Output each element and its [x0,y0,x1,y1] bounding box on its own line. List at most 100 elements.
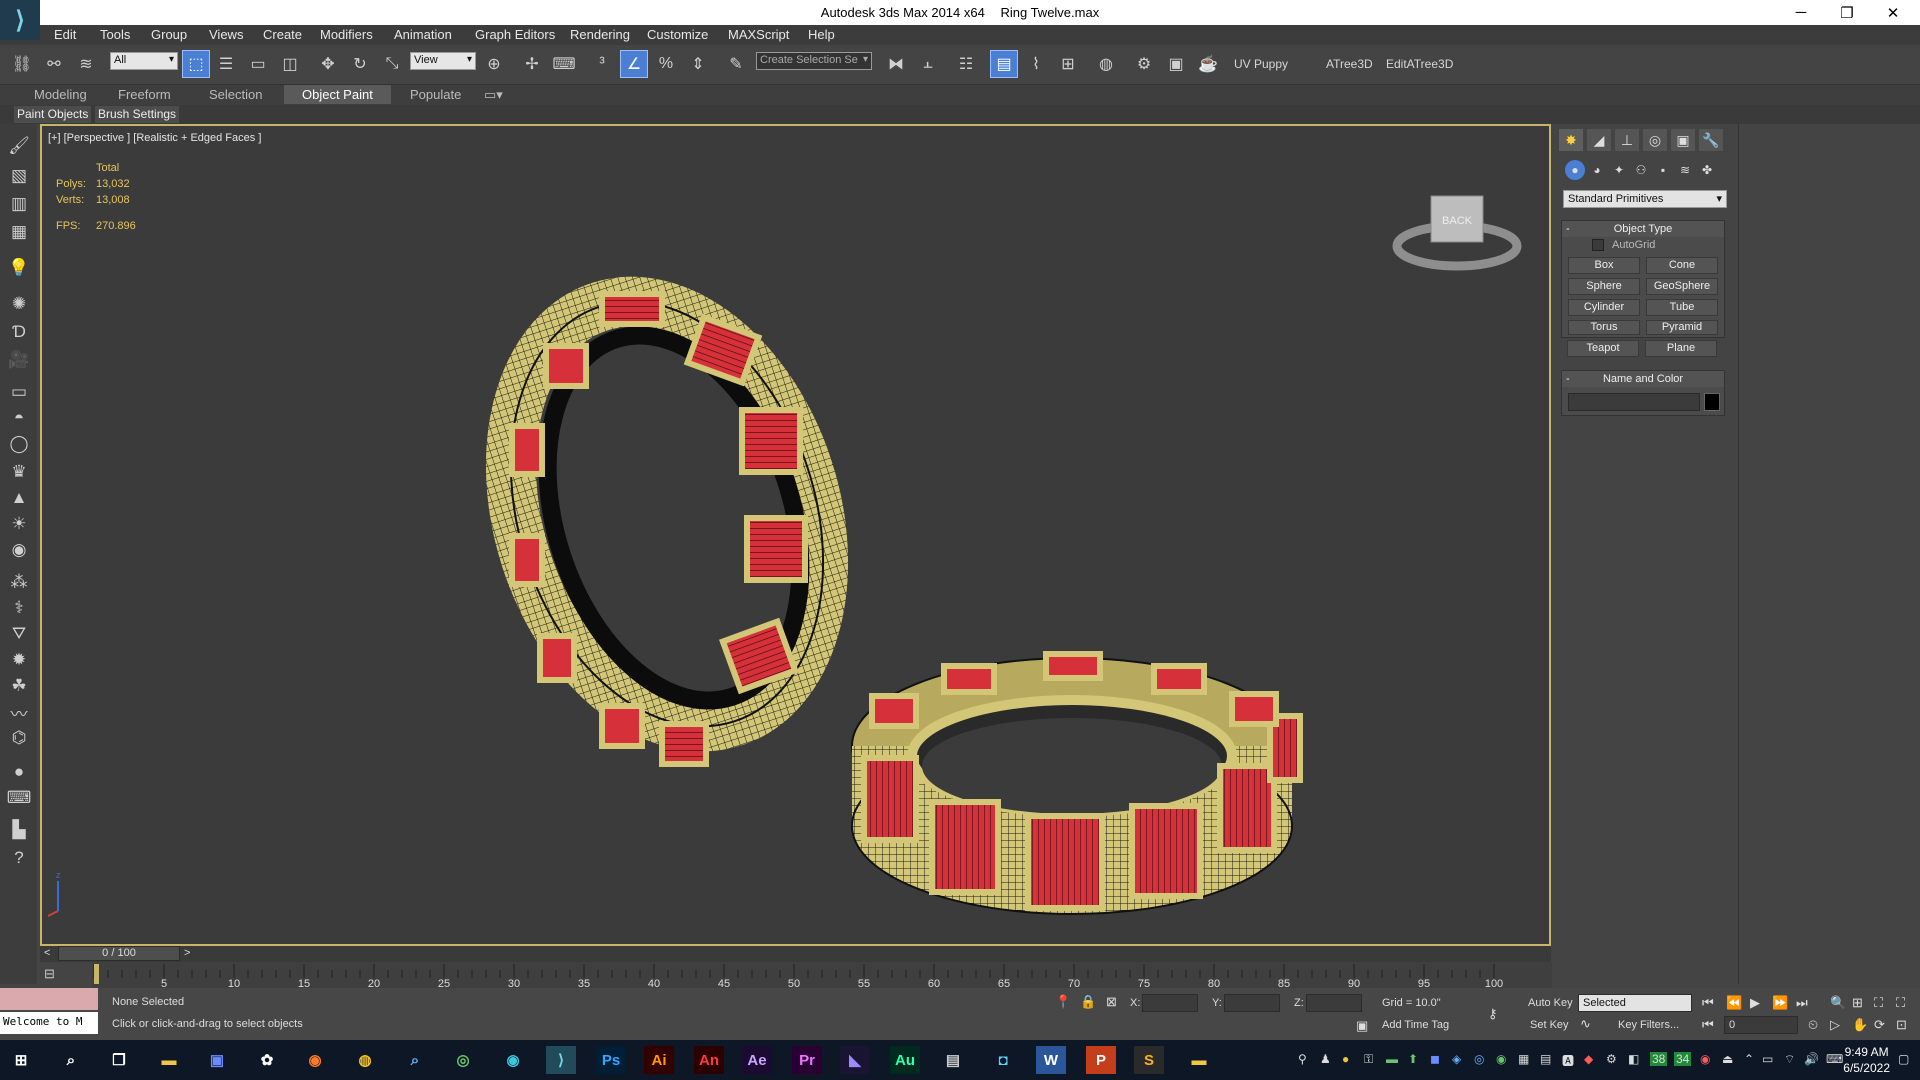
isolate-icon[interactable]: 📍 [1055,994,1071,1010]
light-bulb-icon[interactable]: 💡 [6,256,32,280]
current-frame-marker[interactable] [94,964,99,984]
editatree3d-button[interactable]: EditATree3D [1386,57,1453,71]
layer-manager-icon[interactable]: ☷ [952,50,980,78]
curve-editor-icon[interactable]: ⌇ [1022,50,1050,78]
viewcube[interactable]: BACK [1387,186,1527,276]
sublime-icon[interactable]: S [1134,1046,1164,1074]
tray-icon-1[interactable]: ⚲ [1298,1052,1307,1066]
app-icon-bird[interactable]: ✿ [252,1046,282,1074]
object-type-header[interactable]: - Object Type [1562,221,1724,237]
spray-icon[interactable]: ✺ [6,292,32,316]
spinner-snap-icon[interactable]: ⇕ [684,50,712,78]
keyboard-shortcut-icon[interactable]: ⌨ [550,50,578,78]
hair-icon[interactable]: 〰 [6,700,32,724]
network-icon[interactable]: ⌔ [1784,1052,1795,1067]
bones-icon[interactable]: ⚕ [6,596,32,620]
schematic-view-icon[interactable]: ⊞ [1054,50,1082,78]
time-slider[interactable]: < 0 / 100 > [40,946,1551,962]
tray-icon-2[interactable]: ♟ [1320,1052,1331,1066]
x-coordinate-input[interactable] [1142,994,1198,1012]
menu-maxscript[interactable]: MAXScript [728,27,789,42]
key-mode-dropdown[interactable]: Selected [1578,994,1692,1012]
helpers-icon[interactable]: ▪ [1653,160,1673,180]
tray-icon-3[interactable]: ● [1342,1052,1349,1066]
settings-icon[interactable]: ▙ [6,818,32,842]
utilities-tab-icon[interactable]: 🔧 [1699,129,1723,151]
align-icon[interactable]: ⫠ [914,50,942,78]
teapot-button[interactable]: Teapot [1567,340,1639,357]
render-teapot-icon[interactable]: ☕ [1194,50,1222,78]
pivot-center-icon[interactable]: ⊕ [480,50,508,78]
tray-icon-7[interactable]: ◼ [1430,1052,1440,1066]
material-editor-icon[interactable]: ◍ [1092,50,1120,78]
menu-help[interactable]: Help [808,27,835,42]
tray-badge-b[interactable]: 34 [1674,1052,1692,1066]
usb-icon[interactable]: ⏏ [1722,1052,1733,1066]
cone-button[interactable]: Cone [1646,257,1718,274]
grid-brush-icon[interactable]: ▦ [6,220,32,244]
cameras-icon[interactable]: ⚇ [1631,160,1651,180]
tray-icon-15[interactable]: ⚙ [1606,1052,1617,1066]
rectangular-selection-icon[interactable]: ▭ [244,50,272,78]
photoshop-icon[interactable]: Ps [596,1046,626,1074]
next-frame-icon[interactable]: ⏩ [1772,995,1788,1011]
photos-icon[interactable]: ◘ [988,1046,1018,1074]
tube-button[interactable]: Tube [1646,299,1718,316]
tab-freeform[interactable]: Freeform [100,85,189,104]
menu-group[interactable]: Group [151,27,187,42]
bind-space-warp-icon[interactable]: ≋ [72,50,100,78]
menu-views[interactable]: Views [209,27,243,42]
earth-app-icon[interactable]: ◉ [498,1046,528,1074]
menu-graph-editors[interactable]: Graph Editors [475,27,555,42]
ring-lying[interactable] [851,651,1303,915]
camera-icon[interactable]: 🎥 [6,348,32,372]
paint-icon[interactable]: 🖌 [6,134,32,158]
select-object-icon[interactable]: ⬚ [182,50,210,78]
globe-app-icon[interactable]: ◎ [448,1046,478,1074]
viewport-perspective[interactable]: [+] [Perspective ] [Realistic + Edged Fa… [40,124,1551,946]
tray-icon-9[interactable]: ◎ [1474,1052,1484,1066]
tray-icon-14[interactable]: ◆ [1584,1052,1593,1066]
tray-icon-17[interactable]: ◉ [1700,1052,1710,1066]
cone-icon[interactable]: ▲ [6,486,32,510]
volume-icon[interactable]: 🔊 [1804,1052,1819,1066]
zoom-icon[interactable]: 🔍 [1830,995,1846,1011]
tab-populate[interactable]: Populate [392,85,479,104]
angle-snap-icon[interactable]: ∠ [620,50,648,78]
autogrid-checkbox[interactable] [1592,239,1604,251]
file-explorer-icon[interactable]: ▬ [154,1046,184,1074]
battery-icon[interactable]: ▭ [1762,1052,1773,1066]
tab-selection[interactable]: Selection [191,85,280,104]
illustrator-icon[interactable]: Ai [644,1046,674,1074]
keyboard-icon[interactable]: ⌨ [6,786,32,810]
pyramid-button[interactable]: Pyramid [1646,320,1718,335]
menu-customize[interactable]: Customize [647,27,708,42]
tray-icon-13[interactable]: 🅰 [1562,1052,1574,1069]
modify-tab-icon[interactable]: ◢ [1587,129,1611,151]
plane-button[interactable]: Plane [1645,340,1717,357]
create-tab-icon[interactable]: ✸ [1559,129,1583,151]
edit-named-selection-icon[interactable]: ✎ [722,50,750,78]
time-prev-icon[interactable]: < [44,947,50,959]
set-key-button[interactable]: Set Key [1530,1019,1569,1031]
uv-puppy-button[interactable]: UV Puppy [1234,57,1288,71]
select-manipulate-icon[interactable]: ✢ [518,50,546,78]
tray-icon-10[interactable]: ◉ [1496,1052,1506,1066]
hierarchy-tab-icon[interactable]: ⊥ [1615,129,1639,151]
link-icon[interactable]: ⛓ [8,50,36,78]
scatter-icon[interactable]: ⁂ [6,570,32,594]
menu-modifiers[interactable]: Modifiers [320,27,373,42]
display-tab-icon[interactable]: ▣ [1671,129,1695,151]
auto-key-button[interactable]: Auto Key [1528,997,1573,1009]
search-app-icon[interactable]: ⌕ [400,1046,430,1074]
lights-icon[interactable]: ✦ [1609,160,1629,180]
geometry-icon[interactable]: ● [1565,160,1585,180]
go-to-start-icon[interactable]: ⏮ [1702,995,1714,1011]
circle-icon[interactable]: ◯ [6,432,32,456]
tray-icon-12[interactable]: ▤ [1540,1052,1551,1066]
word-icon[interactable]: W [1036,1046,1066,1074]
named-selection-set-dropdown[interactable]: Create Selection Se [756,52,872,70]
audition-icon[interactable]: Au [890,1046,920,1074]
name-color-header[interactable]: - Name and Color [1562,371,1724,387]
snaps-toggle-icon[interactable]: ³ [588,50,616,78]
